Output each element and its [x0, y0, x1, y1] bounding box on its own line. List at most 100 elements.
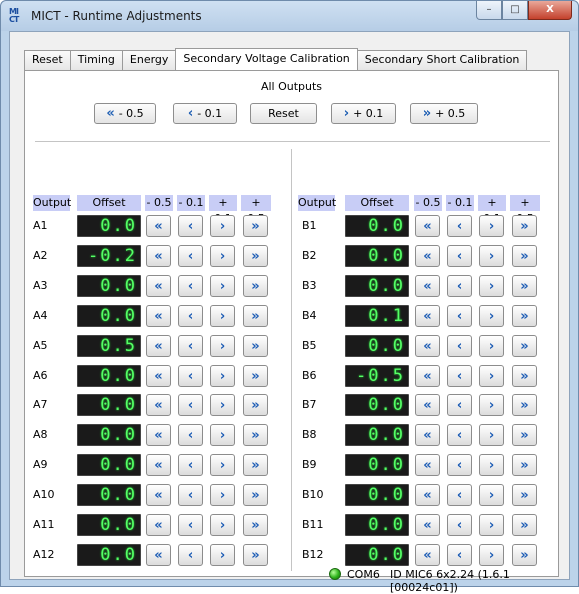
b7-plus-0.5-button[interactable]: » — [512, 394, 537, 416]
a11-minus-0.1-button[interactable]: ‹ — [178, 514, 203, 536]
a2-plus-0.1-button[interactable]: › — [210, 245, 235, 267]
a10-minus-0.5-button[interactable]: « — [146, 484, 171, 506]
b12-minus-0.5-button[interactable]: « — [415, 544, 440, 566]
a10-minus-0.1-button[interactable]: ‹ — [178, 484, 203, 506]
b5-plus-0.5-button[interactable]: » — [512, 335, 537, 357]
b1-minus-0.5-button[interactable]: « — [415, 215, 440, 237]
b7-minus-0.1-button[interactable]: ‹ — [447, 394, 472, 416]
all-plus-0.5-button[interactable]: » + 0.5 — [410, 103, 478, 124]
all-reset-button[interactable]: Reset — [250, 103, 317, 124]
a1-plus-0.1-button[interactable]: › — [210, 215, 235, 237]
b1-plus-0.1-button[interactable]: › — [479, 215, 504, 237]
a3-plus-0.5-button[interactable]: » — [243, 275, 268, 297]
b11-plus-0.5-button[interactable]: » — [512, 514, 537, 536]
a7-minus-0.1-button[interactable]: ‹ — [178, 394, 203, 416]
a2-minus-0.5-button[interactable]: « — [146, 245, 171, 267]
a1-plus-0.5-button[interactable]: » — [243, 215, 268, 237]
a6-plus-0.5-button[interactable]: » — [243, 365, 268, 387]
all-plus-0.1-button[interactable]: › + 0.1 — [331, 103, 396, 124]
minimize-button[interactable]: – — [476, 1, 502, 20]
a8-plus-0.5-button[interactable]: » — [243, 424, 268, 446]
a3-plus-0.1-button[interactable]: › — [210, 275, 235, 297]
tab-reset[interactable]: Reset — [24, 50, 71, 70]
all-minus-0.5-button[interactable]: « - 0.5 — [94, 103, 156, 124]
a9-plus-0.5-button[interactable]: » — [243, 454, 268, 476]
a9-minus-0.5-button[interactable]: « — [146, 454, 171, 476]
maximize-button[interactable]: □ — [502, 1, 528, 20]
b4-minus-0.1-button[interactable]: ‹ — [447, 305, 472, 327]
b6-minus-0.5-button[interactable]: « — [415, 365, 440, 387]
b11-minus-0.1-button[interactable]: ‹ — [447, 514, 472, 536]
b10-plus-0.1-button[interactable]: › — [479, 484, 504, 506]
a5-plus-0.1-button[interactable]: › — [210, 335, 235, 357]
a7-minus-0.5-button[interactable]: « — [146, 394, 171, 416]
a12-minus-0.5-button[interactable]: « — [146, 544, 171, 566]
b3-plus-0.1-button[interactable]: › — [479, 275, 504, 297]
b6-minus-0.1-button[interactable]: ‹ — [447, 365, 472, 387]
b4-minus-0.5-button[interactable]: « — [415, 305, 440, 327]
a2-minus-0.1-button[interactable]: ‹ — [178, 245, 203, 267]
a1-minus-0.5-button[interactable]: « — [146, 215, 171, 237]
a10-plus-0.5-button[interactable]: » — [243, 484, 268, 506]
a6-minus-0.5-button[interactable]: « — [146, 365, 171, 387]
b7-plus-0.1-button[interactable]: › — [479, 394, 504, 416]
a4-plus-0.5-button[interactable]: » — [243, 305, 268, 327]
b6-plus-0.5-button[interactable]: » — [512, 365, 537, 387]
b2-plus-0.5-button[interactable]: » — [512, 245, 537, 267]
tab-secondary-short-calibration[interactable]: Secondary Short Calibration — [356, 50, 528, 70]
a3-minus-0.1-button[interactable]: ‹ — [178, 275, 203, 297]
a5-minus-0.5-button[interactable]: « — [146, 335, 171, 357]
b3-plus-0.5-button[interactable]: » — [512, 275, 537, 297]
a2-plus-0.5-button[interactable]: » — [243, 245, 268, 267]
a9-plus-0.1-button[interactable]: › — [210, 454, 235, 476]
close-button[interactable]: X — [528, 1, 572, 20]
b1-minus-0.1-button[interactable]: ‹ — [447, 215, 472, 237]
tab-timing[interactable]: Timing — [69, 50, 123, 70]
b2-minus-0.1-button[interactable]: ‹ — [447, 245, 472, 267]
a8-plus-0.1-button[interactable]: › — [210, 424, 235, 446]
b8-minus-0.1-button[interactable]: ‹ — [447, 424, 472, 446]
tab-energy[interactable]: Energy — [121, 50, 177, 70]
b8-minus-0.5-button[interactable]: « — [415, 424, 440, 446]
all-minus-0.1-button[interactable]: ‹ - 0.1 — [173, 103, 237, 124]
b10-plus-0.5-button[interactable]: » — [512, 484, 537, 506]
b8-plus-0.1-button[interactable]: › — [479, 424, 504, 446]
a3-minus-0.5-button[interactable]: « — [146, 275, 171, 297]
a8-minus-0.1-button[interactable]: ‹ — [178, 424, 203, 446]
b3-minus-0.1-button[interactable]: ‹ — [447, 275, 472, 297]
b9-plus-0.1-button[interactable]: › — [479, 454, 504, 476]
a6-plus-0.1-button[interactable]: › — [210, 365, 235, 387]
b4-plus-0.1-button[interactable]: › — [479, 305, 504, 327]
a5-plus-0.5-button[interactable]: » — [243, 335, 268, 357]
b10-minus-0.5-button[interactable]: « — [415, 484, 440, 506]
a11-plus-0.5-button[interactable]: » — [243, 514, 268, 536]
b11-plus-0.1-button[interactable]: › — [479, 514, 504, 536]
a5-minus-0.1-button[interactable]: ‹ — [178, 335, 203, 357]
a6-minus-0.1-button[interactable]: ‹ — [178, 365, 203, 387]
b7-minus-0.5-button[interactable]: « — [415, 394, 440, 416]
a7-plus-0.1-button[interactable]: › — [210, 394, 235, 416]
a9-minus-0.1-button[interactable]: ‹ — [178, 454, 203, 476]
a12-minus-0.1-button[interactable]: ‹ — [178, 544, 203, 566]
b8-plus-0.5-button[interactable]: » — [512, 424, 537, 446]
b6-plus-0.1-button[interactable]: › — [479, 365, 504, 387]
b2-minus-0.5-button[interactable]: « — [415, 245, 440, 267]
b4-plus-0.5-button[interactable]: » — [512, 305, 537, 327]
b9-minus-0.5-button[interactable]: « — [415, 454, 440, 476]
a12-plus-0.5-button[interactable]: » — [243, 544, 268, 566]
a11-minus-0.5-button[interactable]: « — [146, 514, 171, 536]
b5-minus-0.5-button[interactable]: « — [415, 335, 440, 357]
a4-plus-0.1-button[interactable]: › — [210, 305, 235, 327]
a11-plus-0.1-button[interactable]: › — [210, 514, 235, 536]
a4-minus-0.1-button[interactable]: ‹ — [178, 305, 203, 327]
a10-plus-0.1-button[interactable]: › — [210, 484, 235, 506]
b9-plus-0.5-button[interactable]: » — [512, 454, 537, 476]
b5-minus-0.1-button[interactable]: ‹ — [447, 335, 472, 357]
a1-minus-0.1-button[interactable]: ‹ — [178, 215, 203, 237]
a7-plus-0.5-button[interactable]: » — [243, 394, 268, 416]
b2-plus-0.1-button[interactable]: › — [479, 245, 504, 267]
a4-minus-0.5-button[interactable]: « — [146, 305, 171, 327]
a8-minus-0.5-button[interactable]: « — [146, 424, 171, 446]
title-bar[interactable]: MI CT MICT - Runtime Adjustments – □ X — [1, 1, 578, 31]
b11-minus-0.5-button[interactable]: « — [415, 514, 440, 536]
